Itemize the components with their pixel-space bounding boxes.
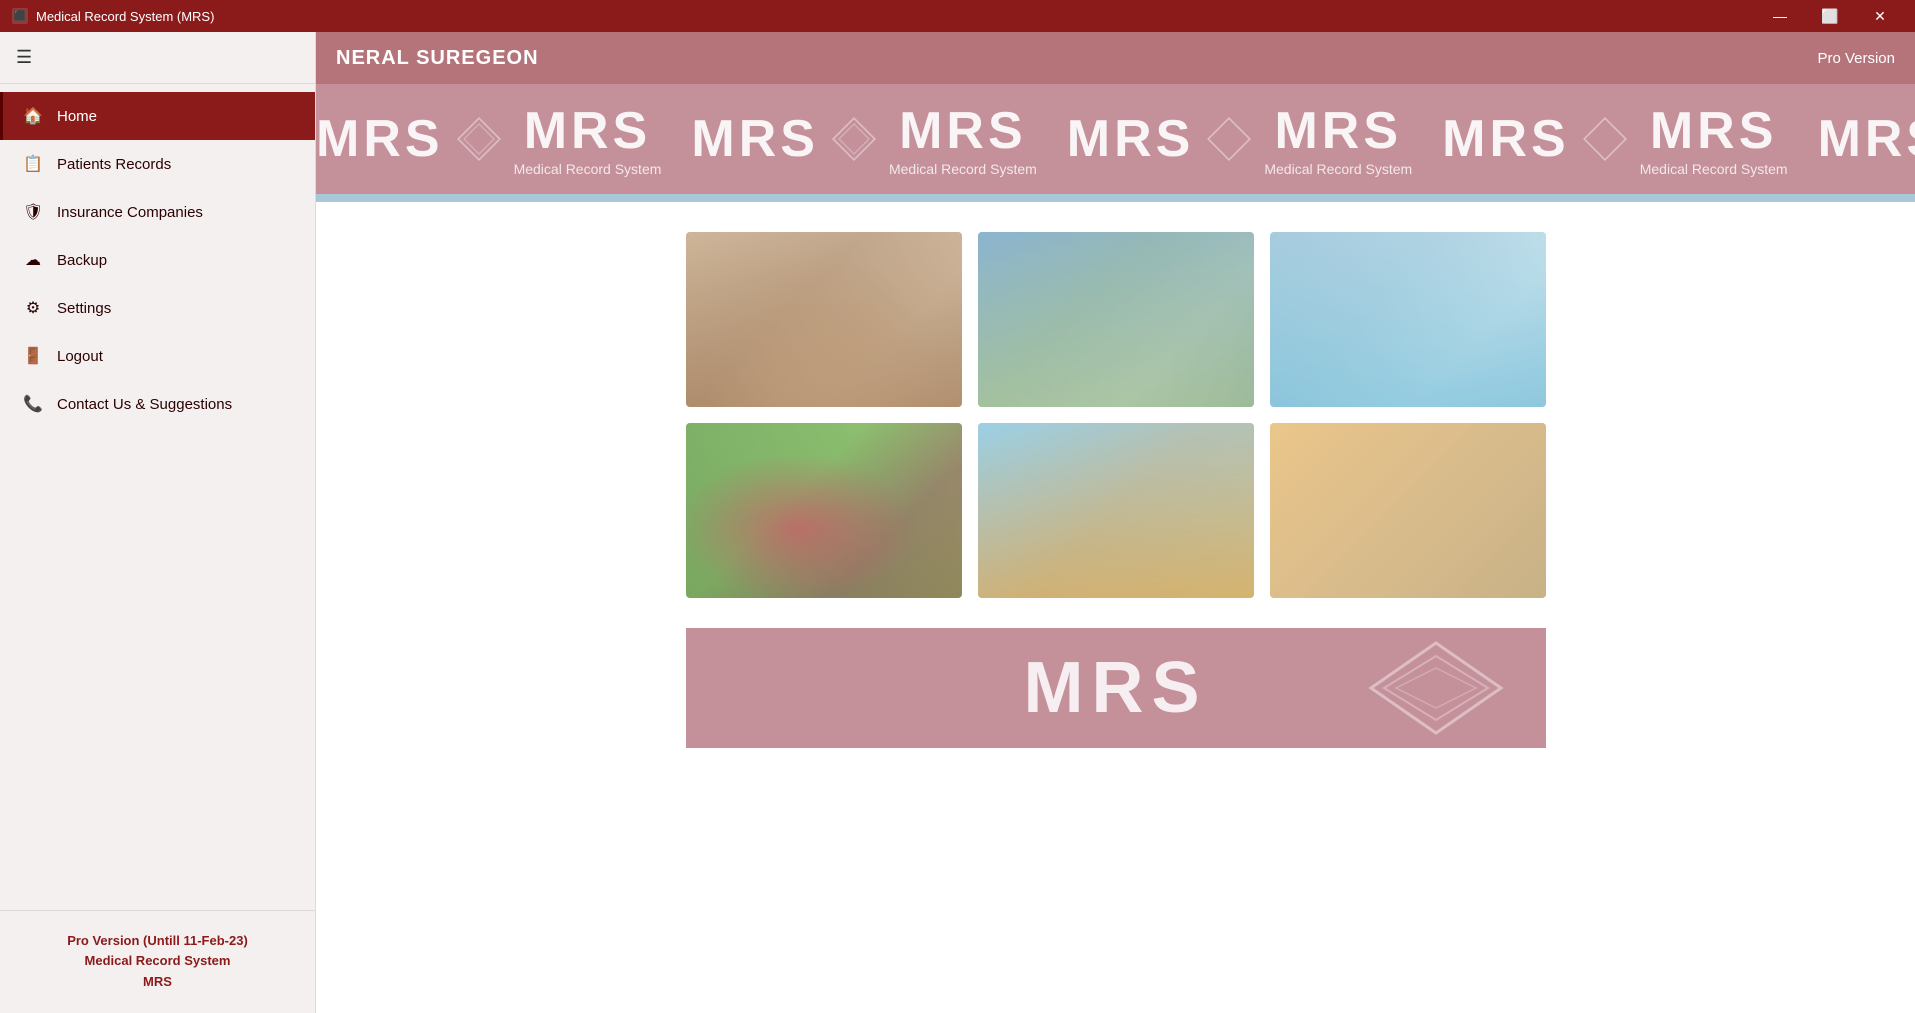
sidebar-footer: Pro Version (Untill 11-Feb-23) Medical R… xyxy=(0,910,315,1013)
marquee-diamond-icon4 xyxy=(1580,114,1630,164)
marquee-item: MRS MRS Medical Record System xyxy=(691,101,1036,177)
marquee-item: MRS MRS Medical Record System xyxy=(1442,101,1787,177)
sidebar-item-backup[interactable]: ☁ Backup xyxy=(0,236,315,284)
logout-icon: 🚪 xyxy=(23,346,43,366)
footer-line1: Pro Version (Untill 11-Feb-23) xyxy=(20,931,295,952)
photo-flowers xyxy=(686,423,962,598)
sidebar-item-patients-label: Patients Records xyxy=(57,156,171,173)
app-body: ☰ 🏠 Home 📋 Patients Records 🛡 Insurance … xyxy=(0,32,1915,1013)
settings-icon: ⚙ xyxy=(23,298,43,318)
app-icon: ⬛ xyxy=(12,8,28,24)
marquee-item: MRS MRS Medical Record System xyxy=(1067,101,1412,177)
sidebar-item-home-label: Home xyxy=(57,108,97,125)
marquee-subtext3: Medical Record System xyxy=(1264,161,1412,177)
marquee-mrs-text2: MRS xyxy=(524,101,652,161)
marquee-subtext: Medical Record System xyxy=(514,161,662,177)
marquee-mrs-text5: MRS xyxy=(1067,109,1195,169)
bottom-diamond-icon xyxy=(1366,638,1506,738)
photo-sea xyxy=(1270,232,1546,407)
home-icon: 🏠 xyxy=(23,106,43,126)
marquee-mrs-text3: MRS xyxy=(691,109,819,169)
content-area: MRS xyxy=(316,202,1915,1013)
hamburger-button[interactable]: ☰ xyxy=(16,47,32,68)
sidebar-item-insurance[interactable]: 🛡 Insurance Companies xyxy=(0,188,315,236)
top-bar: NERAL SUREGEON Pro Version xyxy=(316,32,1915,84)
sidebar-item-settings-label: Settings xyxy=(57,300,111,317)
patients-icon: 📋 xyxy=(23,154,43,174)
marquee-item: MRS MRS Medical Record System xyxy=(316,101,661,177)
top-bar-title: NERAL SUREGEON xyxy=(336,47,539,70)
main-content: NERAL SUREGEON Pro Version MRS MRS Medic… xyxy=(316,32,1915,1013)
photo-petra xyxy=(686,232,962,407)
marquee-diamond-icon3 xyxy=(1204,114,1254,164)
pro-version-label: Pro Version xyxy=(1817,50,1895,67)
maximize-button[interactable]: ⬜ xyxy=(1807,0,1853,32)
marquee-mrs-text7: MRS xyxy=(1442,109,1570,169)
backup-icon: ☁ xyxy=(23,250,43,270)
sidebar-item-logout-label: Logout xyxy=(57,348,103,365)
footer-line2: Medical Record System xyxy=(20,951,295,972)
sidebar-item-settings[interactable]: ⚙ Settings xyxy=(0,284,315,332)
marquee-subtext4: Medical Record System xyxy=(1640,161,1788,177)
window-controls: — ⬜ ✕ xyxy=(1757,0,1903,32)
sidebar-nav: 🏠 Home 📋 Patients Records 🛡 Insurance Co… xyxy=(0,84,315,910)
sidebar-header: ☰ xyxy=(0,32,315,84)
title-bar: ⬛ Medical Record System (MRS) — ⬜ ✕ xyxy=(0,0,1915,32)
minimize-button[interactable]: — xyxy=(1757,0,1803,32)
sidebar-item-backup-label: Backup xyxy=(57,252,107,269)
photo-columns xyxy=(1270,423,1546,598)
sidebar: ☰ 🏠 Home 📋 Patients Records 🛡 Insurance … xyxy=(0,32,316,1013)
marquee-mrs-text4: MRS xyxy=(899,101,1027,161)
close-button[interactable]: ✕ xyxy=(1857,0,1903,32)
marquee-mrs-text: MRS xyxy=(316,109,444,169)
footer-line3: MRS xyxy=(20,972,295,993)
sidebar-item-logout[interactable]: 🚪 Logout xyxy=(0,332,315,380)
insurance-icon: 🛡 xyxy=(23,202,43,222)
sidebar-item-contact[interactable]: 📞 Contact Us & Suggestions xyxy=(0,380,315,428)
marquee-mrs-text8: MRS xyxy=(1650,101,1778,161)
sidebar-item-home[interactable]: 🏠 Home xyxy=(0,92,315,140)
blue-strip xyxy=(316,194,1915,202)
bottom-mrs-text: MRS xyxy=(1024,647,1208,729)
photo-ruins xyxy=(978,232,1254,407)
marquee-diamond-icon xyxy=(454,114,504,164)
marquee-mrs-text6: MRS xyxy=(1274,101,1402,161)
marquee-banner: MRS MRS Medical Record System MRS xyxy=(316,84,1915,194)
contact-icon: 📞 xyxy=(23,394,43,414)
photo-grid xyxy=(686,232,1546,598)
app-title: Medical Record System (MRS) xyxy=(36,9,214,24)
marquee-item: MRS MRS Medical Record System xyxy=(1818,101,1915,177)
marquee-diamond-icon2 xyxy=(829,114,879,164)
marquee-track: MRS MRS Medical Record System MRS xyxy=(316,101,1915,177)
sidebar-item-insurance-label: Insurance Companies xyxy=(57,204,203,221)
photo-wadi xyxy=(978,423,1254,598)
bottom-banner: MRS xyxy=(686,628,1546,748)
sidebar-item-contact-label: Contact Us & Suggestions xyxy=(57,396,232,413)
marquee-subtext2: Medical Record System xyxy=(889,161,1037,177)
sidebar-item-patients[interactable]: 📋 Patients Records xyxy=(0,140,315,188)
